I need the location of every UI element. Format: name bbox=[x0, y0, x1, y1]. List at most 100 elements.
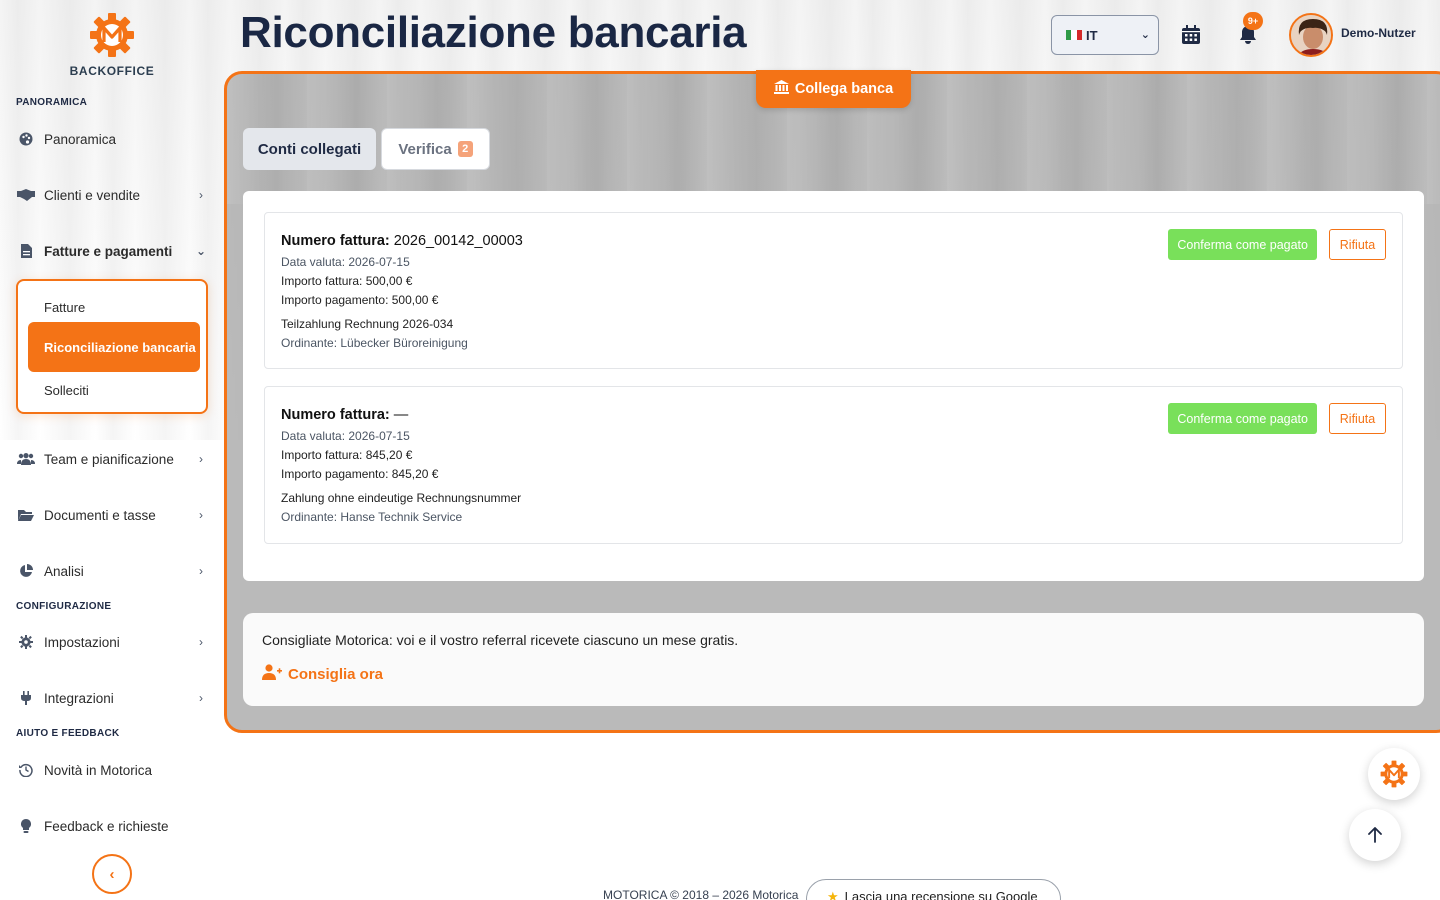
palette-icon bbox=[16, 131, 36, 147]
payment-purpose: Teilzahlung Rechnung 2026-034 bbox=[281, 317, 454, 331]
submenu-item-reconciliation[interactable]: Riconciliazione bancaria bbox=[28, 322, 200, 372]
motorica-logo-icon bbox=[1380, 760, 1408, 788]
assistant-button[interactable] bbox=[1368, 748, 1420, 800]
motorica-logo-icon bbox=[90, 13, 134, 57]
gear-icon bbox=[16, 634, 36, 650]
sidebar-item-clients[interactable]: Clienti e vendite › bbox=[16, 179, 208, 211]
tab-label: Verifica bbox=[398, 140, 452, 158]
sidebar-item-feedback[interactable]: Feedback e richieste bbox=[16, 810, 208, 842]
reject-button[interactable]: Rifiuta bbox=[1329, 403, 1386, 434]
avatar[interactable] bbox=[1289, 13, 1333, 57]
italy-flag-icon bbox=[1066, 30, 1082, 40]
chevron-right-icon: › bbox=[199, 564, 203, 578]
payer: Ordinante: Hanse Technik Service bbox=[281, 510, 463, 524]
chevron-right-icon: › bbox=[199, 452, 203, 466]
connect-bank-label: Collega banca bbox=[794, 81, 894, 97]
sidebar-item-label: Integrazioni bbox=[44, 690, 114, 706]
sidebar-item-label: Documenti e tasse bbox=[44, 507, 156, 523]
sidebar-item-label: Impostazioni bbox=[44, 634, 120, 650]
pie-chart-icon bbox=[16, 563, 36, 579]
sidebar-item-overview[interactable]: Panoramica bbox=[16, 123, 208, 155]
confirm-paid-button[interactable]: Conferma come pagato bbox=[1168, 229, 1317, 260]
scroll-to-top-button[interactable] bbox=[1349, 809, 1401, 861]
sidebar-item-label: Clienti e vendite bbox=[44, 187, 141, 203]
referral-text: Consigliate Motorica: voi e il vostro re… bbox=[262, 632, 739, 648]
sidebar-item-documents[interactable]: Documenti e tasse › bbox=[16, 499, 208, 531]
handshake-icon bbox=[16, 187, 36, 203]
verify-count-badge: 2 bbox=[457, 141, 473, 157]
sidebar-item-analytics[interactable]: Analisi › bbox=[16, 555, 208, 587]
value-date: Data valuta: 2026-07-15 bbox=[281, 255, 410, 269]
arrow-up-icon bbox=[1368, 827, 1382, 843]
page-title: Riconciliazione bancaria bbox=[240, 8, 747, 57]
invoice-icon bbox=[16, 243, 36, 259]
reject-button[interactable]: Rifiuta bbox=[1329, 229, 1386, 260]
tab-label: Conti collegati bbox=[257, 140, 362, 158]
refer-now-link[interactable]: Consiglia ora bbox=[262, 664, 383, 684]
invoice-number-value: 2026_00142_00003 bbox=[393, 233, 523, 249]
chevron-right-icon: › bbox=[199, 188, 203, 202]
tab-linked-accounts[interactable]: Conti collegati bbox=[243, 128, 376, 170]
plug-icon bbox=[16, 690, 36, 706]
invoice-amount: Importo fattura: 500,00 € bbox=[281, 274, 413, 288]
sidebar-item-news[interactable]: Novità in Motorica bbox=[16, 754, 208, 786]
transaction-card: Numero fattura: — Data valuta: 2026-07-1… bbox=[264, 386, 1403, 544]
chevron-right-icon: › bbox=[199, 635, 203, 649]
referral-banner: Consigliate Motorica: voi e il vostro re… bbox=[243, 613, 1424, 706]
submenu-item-reminders[interactable]: Solleciti bbox=[28, 380, 200, 400]
tab-verify[interactable]: Verifica 2 bbox=[381, 128, 490, 170]
chevron-right-icon: › bbox=[199, 508, 203, 522]
sidebar-item-label: Fatture e pagamenti bbox=[44, 243, 173, 259]
collapse-sidebar-button[interactable]: ‹ bbox=[92, 854, 132, 894]
sidebar-item-team[interactable]: Team e pianificazione › bbox=[16, 443, 208, 475]
confirm-paid-button[interactable]: Conferma come pagato bbox=[1168, 403, 1317, 434]
invoice-amount: Importo fattura: 845,20 € bbox=[281, 448, 413, 462]
sidebar-item-invoices[interactable]: Fatture e pagamenti ⌄ bbox=[16, 235, 208, 267]
section-title-config: CONFIGURAZIONE bbox=[16, 601, 112, 612]
notification-badge: 9+ bbox=[1243, 12, 1263, 30]
sidebar-item-label: Team e pianificazione bbox=[44, 451, 174, 467]
language-value: IT bbox=[1086, 27, 1098, 43]
refer-now-label: Consiglia ora bbox=[288, 665, 384, 683]
sidebar-item-label: Panoramica bbox=[44, 131, 117, 147]
folder-icon bbox=[16, 507, 36, 523]
transactions-container: Numero fattura: 2026_00142_00003 Data va… bbox=[243, 191, 1424, 581]
language-select[interactable]: IT ⌄ bbox=[1051, 15, 1159, 55]
history-icon bbox=[16, 762, 36, 778]
invoice-number-label: Numero fattura: bbox=[281, 233, 390, 249]
sidebar-item-integrations[interactable]: Integrazioni › bbox=[16, 682, 208, 714]
user-plus-icon bbox=[262, 664, 282, 684]
users-icon bbox=[16, 451, 36, 467]
star-icon: ★ bbox=[827, 889, 839, 900]
sidebar-item-settings[interactable]: Impostazioni › bbox=[16, 626, 208, 658]
payment-purpose: Zahlung ohne eindeutige Rechnungsnummer bbox=[281, 491, 522, 505]
invoice-number-line: Numero fattura: — bbox=[281, 407, 408, 423]
submenu-item-invoices[interactable]: Fatture bbox=[28, 297, 200, 317]
lightbulb-icon bbox=[16, 818, 36, 834]
google-review-label: Lascia una recensione su Google bbox=[844, 889, 1038, 900]
chevron-down-icon: ⌄ bbox=[1140, 29, 1150, 41]
connect-bank-button[interactable]: Collega banca bbox=[756, 70, 911, 108]
calendar-icon[interactable] bbox=[1181, 25, 1201, 50]
sidebar-item-label: Novità in Motorica bbox=[44, 762, 153, 778]
user-name[interactable]: Demo-Nutzer bbox=[1341, 26, 1416, 40]
value-date: Data valuta: 2026-07-15 bbox=[281, 429, 410, 443]
payer: Ordinante: Lübecker Büroreinigung bbox=[281, 336, 468, 350]
logo-text: BACKOFFICE bbox=[69, 64, 155, 78]
chevron-right-icon: › bbox=[199, 691, 203, 705]
section-title-help: AIUTO E FEEDBACK bbox=[16, 728, 120, 739]
google-review-button[interactable]: ★ Lascia una recensione su Google bbox=[806, 879, 1061, 900]
chevron-down-icon: ⌄ bbox=[195, 244, 207, 258]
footer-copyright: MOTORICA © 2018 – 2026 Motorica bbox=[603, 888, 799, 900]
section-title-overview: PANORAMICA bbox=[16, 97, 88, 108]
invoices-submenu: Fatture Riconciliazione bancaria Solleci… bbox=[16, 279, 208, 414]
payment-amount: Importo pagamento: 500,00 € bbox=[281, 293, 439, 307]
bank-icon bbox=[773, 80, 789, 98]
brand-logo[interactable]: BACKOFFICE bbox=[0, 12, 224, 78]
invoice-number-value: — bbox=[393, 407, 409, 423]
payment-amount: Importo pagamento: 845,20 € bbox=[281, 467, 439, 481]
transaction-card: Numero fattura: 2026_00142_00003 Data va… bbox=[264, 212, 1403, 369]
sidebar: BACKOFFICE PANORAMICA Panoramica Clienti… bbox=[0, 0, 224, 900]
sidebar-item-label: Feedback e richieste bbox=[44, 818, 169, 834]
invoice-number-line: Numero fattura: 2026_00142_00003 bbox=[281, 233, 523, 249]
